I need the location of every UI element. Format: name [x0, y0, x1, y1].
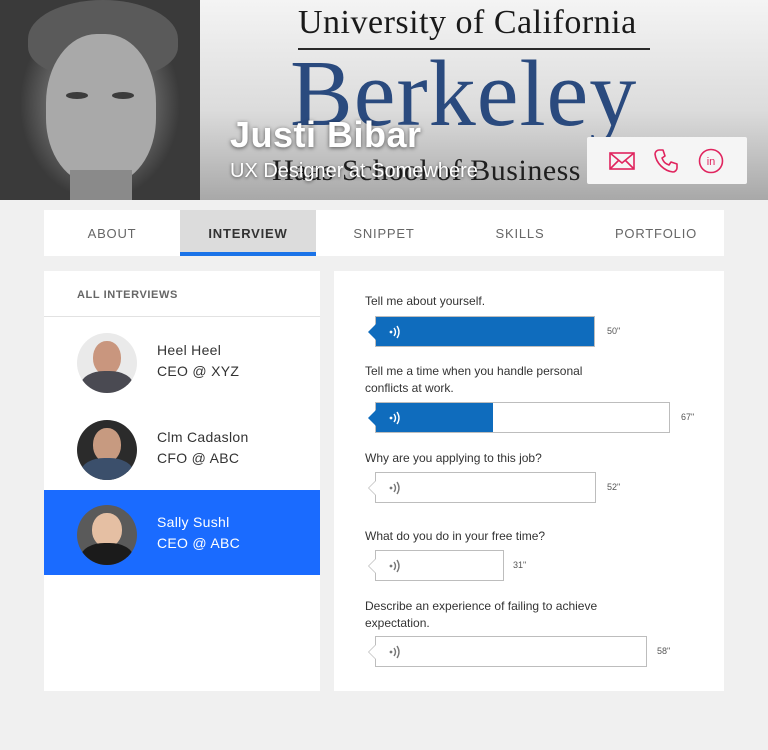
audio-duration: 67" — [681, 412, 695, 422]
tab-interview[interactable]: INTERVIEW — [180, 210, 316, 256]
question-text: Tell me a time when you handle personal … — [365, 364, 583, 395]
audio-wave-icon — [389, 411, 400, 425]
question-text: Tell me about yourself. — [365, 294, 486, 308]
interviewer-title: CFO @ ABC — [157, 450, 240, 466]
phone-icon[interactable] — [652, 147, 680, 175]
interviewer-name: Heel Heel — [157, 342, 222, 358]
mail-icon[interactable] — [608, 147, 636, 175]
interviews-panel: ALL INTERVIEWS Heel Heel CEO @ XYZ Clm C… — [44, 271, 320, 691]
interviews-heading: ALL INTERVIEWS — [44, 271, 320, 317]
avatar — [77, 420, 137, 480]
question-text: What do you do in your free time? — [365, 529, 546, 543]
audio-answer-bar[interactable] — [368, 402, 670, 433]
profile-role: UX Designer at Somewhere — [230, 160, 478, 182]
interviewer-name: Sally Sushl — [157, 514, 230, 530]
audio-duration: 50" — [607, 326, 621, 336]
audio-answer-bar[interactable] — [368, 472, 596, 503]
interviewer-title: CEO @ XYZ — [157, 363, 240, 379]
audio-answer-bar[interactable] — [368, 550, 504, 581]
svg-text:in: in — [707, 156, 716, 168]
audio-wave-icon — [389, 645, 400, 659]
interviewer-item[interactable]: Heel Heel CEO @ XYZ — [44, 318, 320, 403]
audio-duration: 58" — [657, 646, 671, 656]
interviewer-name: Clm Cadaslon — [157, 429, 249, 445]
interviewer-item-selected[interactable]: Sally Sushl CEO @ ABC — [44, 490, 320, 575]
tab-snippet[interactable]: SNIPPET — [316, 210, 452, 256]
linkedin-icon[interactable]: in — [697, 147, 725, 175]
audio-duration: 52" — [607, 482, 621, 492]
profile-name: Justi Bibar — [230, 114, 422, 155]
audio-answer-bar[interactable] — [368, 316, 595, 347]
audio-wave-icon — [389, 325, 400, 339]
tab-about[interactable]: ABOUT — [44, 210, 180, 256]
interviewer-item[interactable]: Clm Cadaslon CFO @ ABC — [44, 405, 320, 490]
audio-wave-icon — [389, 481, 400, 495]
contact-bar: in — [587, 137, 747, 184]
avatar — [77, 505, 137, 565]
audio-wave-icon — [389, 559, 400, 573]
interviewer-title: CEO @ ABC — [157, 535, 241, 551]
profile-tabs: ABOUT INTERVIEW SNIPPET SKILLS PORTFOLIO — [44, 210, 724, 256]
audio-answer-bar[interactable] — [368, 636, 647, 667]
profile-photo — [0, 0, 200, 200]
avatar — [77, 333, 137, 393]
profile-header: University of California Berkeley Haas S… — [0, 0, 768, 200]
tab-skills[interactable]: SKILLS — [452, 210, 588, 256]
audio-progress-fill — [376, 317, 594, 346]
questions-panel: Tell me about yourself. 50" Tell me a ti… — [334, 271, 724, 691]
banner-line-1: University of California — [298, 4, 637, 41]
tab-portfolio[interactable]: PORTFOLIO — [588, 210, 724, 256]
question-text: Describe an experience of failing to ach… — [365, 599, 598, 630]
audio-duration: 31" — [513, 560, 527, 570]
question-text: Why are you applying to this job? — [365, 451, 542, 465]
